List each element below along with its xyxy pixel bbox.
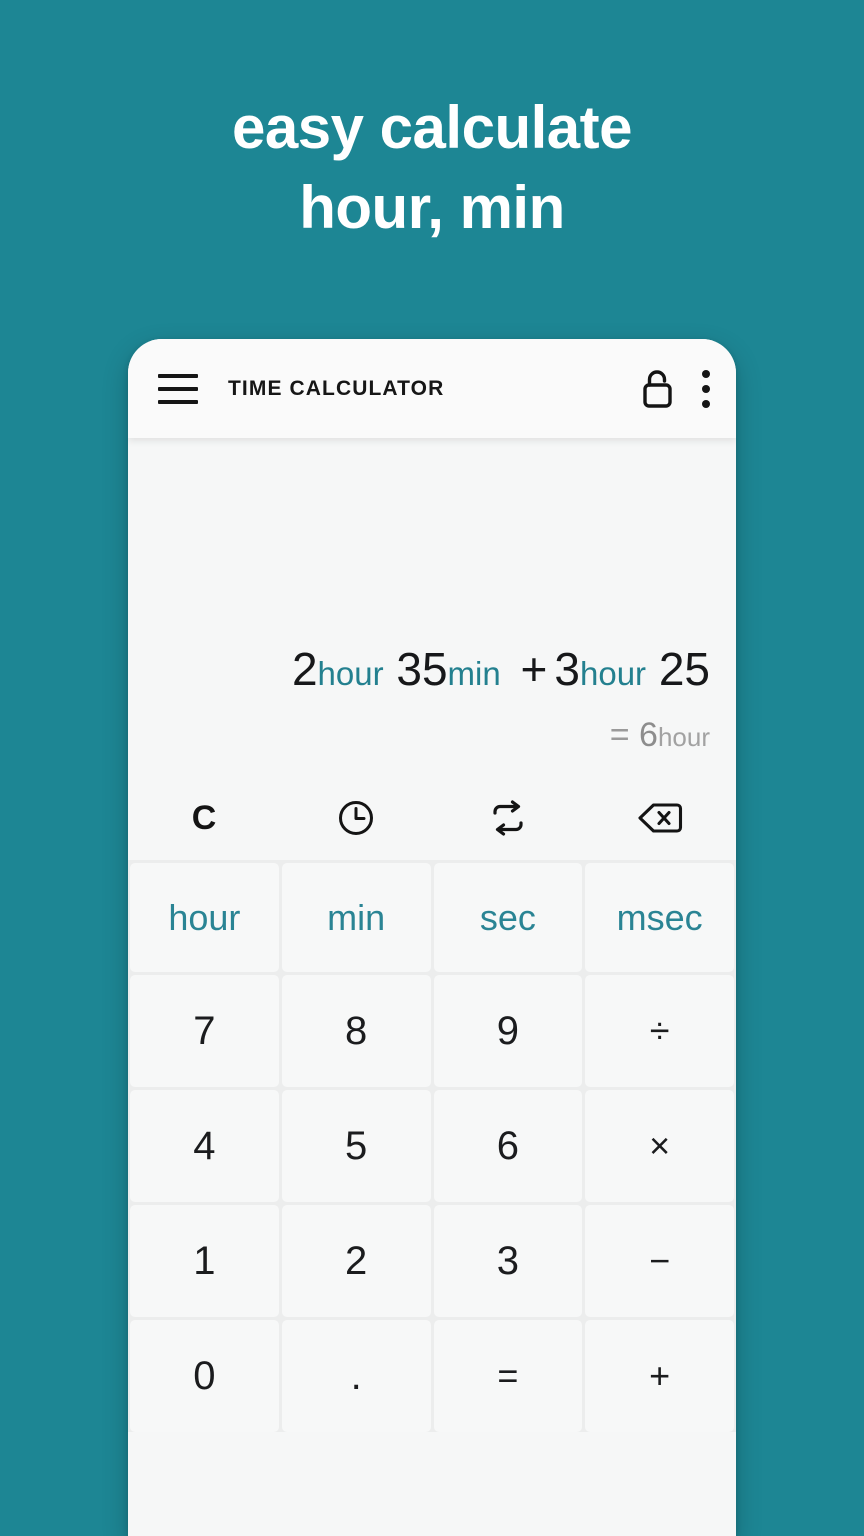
hamburger-bar [158,399,198,404]
swap-repeat-arrows-icon [493,800,523,836]
expression-number: 35 [396,643,448,695]
key-4[interactable]: 4 [130,1090,279,1202]
result-equals-sign: = [609,716,630,754]
key-7[interactable]: 7 [130,975,279,1087]
promo-headline-line-2: hour, min [299,173,565,241]
keypad-row: 4 5 6 × [128,1090,736,1202]
key-minus[interactable]: − [585,1205,734,1317]
key-0[interactable]: 0 [130,1320,279,1432]
expression-number: 25 [658,643,710,695]
phone-mockup: TIME CALCULATOR 2hour 35min +3hour 25 = … [128,339,736,1536]
promo-headline-line-1: easy calculate [232,94,632,161]
more-vertical-kebab-icon[interactable] [702,369,710,408]
expression-number: 3 [554,643,580,695]
hamburger-bar [158,373,198,378]
swap-button[interactable] [432,776,584,860]
app-title: TIME CALCULATOR [228,376,445,400]
key-8[interactable]: 8 [281,975,431,1087]
expression-number: 2 [291,643,318,695]
function-row: C [128,776,736,860]
result-line: = 6hour [610,718,710,776]
expression-line: 2hour 35min +3hour 25 [292,646,710,718]
result-unit: hour [657,722,710,752]
keypad: hour min sec msec 7 8 9 ÷ 4 5 6 × 1 2 3 … [128,860,736,1432]
unit-key-hour[interactable]: hour [130,863,279,972]
clock-button[interactable] [280,776,432,860]
key-equals[interactable]: = [433,1320,583,1432]
kebab-dot [702,369,710,378]
keypad-row: 0 . = + [128,1320,736,1432]
clear-button[interactable]: C [128,776,280,860]
expression-operator: + [520,643,548,695]
backspace-delete-icon [638,803,683,833]
unlock-open-padlock-icon[interactable] [634,366,680,412]
key-9[interactable]: 9 [433,975,583,1087]
key-decimal-point[interactable]: . [281,1320,431,1432]
promo-headline: easy calculate hour, min [0,88,864,248]
key-divide[interactable]: ÷ [585,975,734,1087]
key-plus[interactable]: + [585,1320,734,1432]
key-1[interactable]: 1 [130,1205,279,1317]
unit-key-sec[interactable]: sec [433,863,583,972]
key-2[interactable]: 2 [281,1205,431,1317]
kebab-dot [702,399,710,408]
backspace-button[interactable] [584,776,736,860]
expression-unit: hour [579,655,647,692]
padlock-open-glyph [643,369,672,408]
key-multiply[interactable]: × [585,1090,734,1202]
key-5[interactable]: 5 [281,1090,431,1202]
expression-unit: hour [317,655,384,692]
result-value: 6 [639,716,658,754]
clock-icon [339,801,373,835]
hamburger-menu-icon[interactable] [158,373,198,404]
unit-key-msec[interactable]: msec [585,863,734,972]
calculator-display: 2hour 35min +3hour 25 = 6hour [128,438,736,776]
expression-unit: min [447,655,501,692]
unit-key-row: hour min sec msec [128,863,736,972]
unit-key-min[interactable]: min [281,863,431,972]
app-bar: TIME CALCULATOR [128,339,736,438]
kebab-dot [702,384,710,393]
keypad-row: 1 2 3 − [128,1205,736,1317]
key-3[interactable]: 3 [433,1205,583,1317]
clear-label: C [191,799,217,837]
keypad-row: 7 8 9 ÷ [128,975,736,1087]
hamburger-bar [158,386,198,391]
key-6[interactable]: 6 [433,1090,583,1202]
